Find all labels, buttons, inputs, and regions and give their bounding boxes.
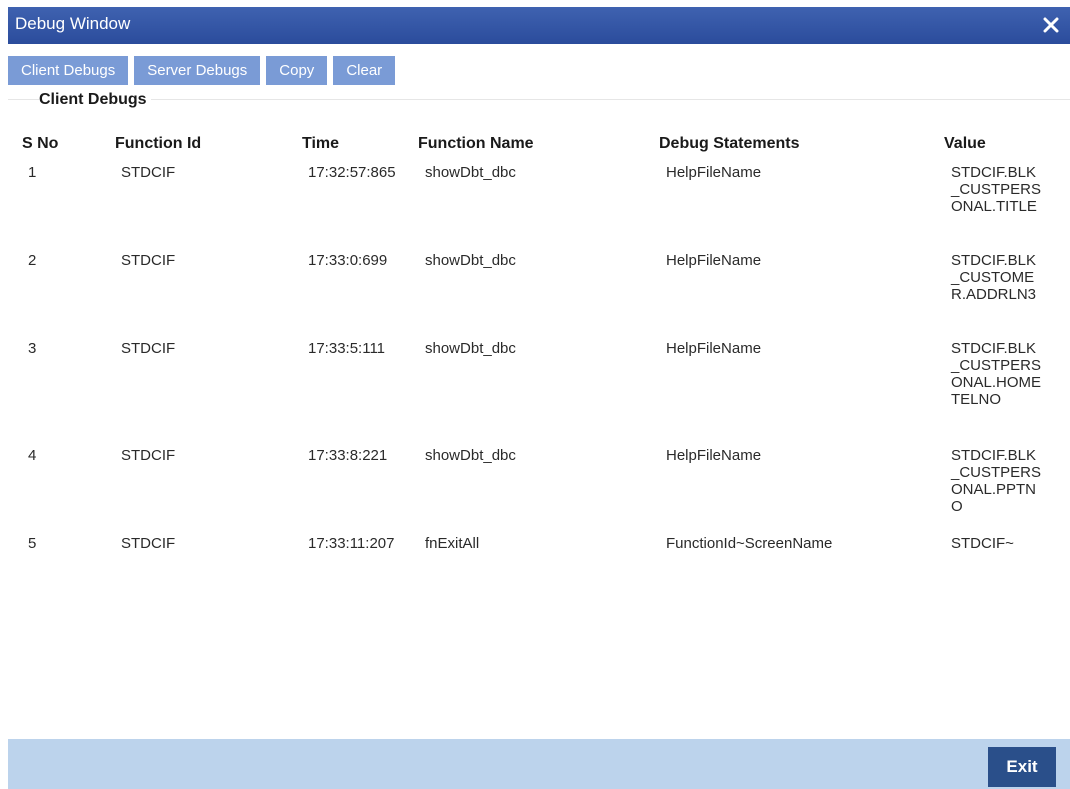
cell-debug-statement: FunctionId~ScreenName xyxy=(666,535,833,552)
cell-time: 17:33:0:699 xyxy=(308,252,388,269)
cell-sno: 1 xyxy=(28,164,37,181)
section-title: Client Debugs xyxy=(39,91,151,109)
section-divider xyxy=(8,99,1070,100)
close-icon xyxy=(1043,17,1059,33)
cell-sno: 3 xyxy=(28,340,37,357)
header-sno: S No xyxy=(22,135,59,152)
footer-bar: Exit xyxy=(8,739,1070,789)
cell-sno: 4 xyxy=(28,447,37,464)
client-debugs-button[interactable]: Client Debugs xyxy=(8,56,129,85)
cell-debug-statement: HelpFileName xyxy=(666,340,762,357)
header-debug-statements: Debug Statements xyxy=(659,135,800,152)
cell-time: 17:33:5:111 xyxy=(308,340,386,357)
title-bar: Debug Window xyxy=(8,7,1070,44)
cell-function-name: showDbt_dbc xyxy=(425,447,516,464)
header-function-id: Function Id xyxy=(115,135,202,152)
cell-debug-statement: HelpFileName xyxy=(666,252,762,269)
clear-button[interactable]: Clear xyxy=(333,56,396,85)
cell-debug-statement: HelpFileName xyxy=(666,447,762,464)
cell-value: STDCIF~ xyxy=(951,535,1014,552)
cell-function-id: STDCIF xyxy=(121,447,176,464)
cell-function-id: STDCIF xyxy=(121,164,176,181)
copy-button[interactable]: Copy xyxy=(266,56,328,85)
toolbar: Client Debugs Server Debugs Copy Clear xyxy=(8,56,396,85)
cell-function-name: showDbt_dbc xyxy=(425,164,516,181)
cell-function-name: showDbt_dbc xyxy=(425,252,516,269)
cell-function-id: STDCIF xyxy=(121,252,176,269)
header-value: Value xyxy=(944,135,986,152)
cell-sno: 2 xyxy=(28,252,37,269)
exit-button[interactable]: Exit xyxy=(988,747,1056,787)
cell-value: STDCIF.BLK_CUSTOMER.ADDRLN3 xyxy=(951,252,1037,303)
header-time: Time xyxy=(302,135,340,152)
cell-time: 17:33:11:207 xyxy=(308,535,395,552)
cell-time: 17:32:57:865 xyxy=(308,164,396,181)
server-debugs-button[interactable]: Server Debugs xyxy=(134,56,261,85)
cell-value: STDCIF.BLK_CUSTPERSONAL.HOMETELNO xyxy=(951,340,1042,408)
cell-function-id: STDCIF xyxy=(121,535,176,552)
debug-window: Debug Window Client Debugs Server Debugs… xyxy=(0,0,1070,789)
cell-value: STDCIF.BLK_CUSTPERSONAL.PPTNO xyxy=(951,447,1042,515)
cell-sno: 5 xyxy=(28,535,37,552)
cell-function-id: STDCIF xyxy=(121,340,176,357)
window-title: Debug Window xyxy=(15,14,131,33)
close-button[interactable] xyxy=(1038,12,1064,38)
cell-function-name: fnExitAll xyxy=(425,535,480,552)
cell-function-name: showDbt_dbc xyxy=(425,340,516,357)
cell-time: 17:33:8:221 xyxy=(308,447,388,464)
cell-value: STDCIF.BLK_CUSTPERSONAL.TITLE xyxy=(951,164,1042,215)
header-function-name: Function Name xyxy=(418,135,534,152)
cell-debug-statement: HelpFileName xyxy=(666,164,762,181)
